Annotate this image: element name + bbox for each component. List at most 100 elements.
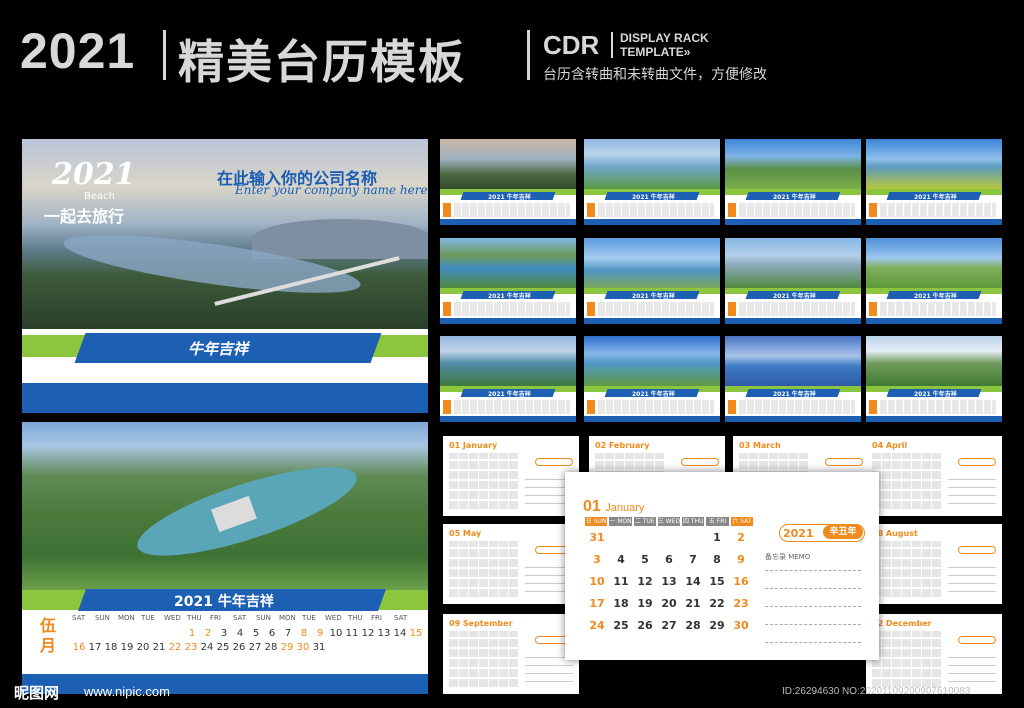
thumbnail-month-mark xyxy=(443,400,451,414)
header-divider xyxy=(611,32,613,58)
month-page-grid xyxy=(449,453,519,511)
cover-company-name-en: Enter your company name here xyxy=(235,183,428,197)
month-page-badge xyxy=(681,458,719,466)
thumbnail-tab-text: 2021 牛年吉祥 xyxy=(488,194,531,201)
memo-line xyxy=(765,588,861,589)
header-format: CDR xyxy=(543,30,600,60)
calendar-thumbnail[interactable]: 2021 牛年吉祥 xyxy=(440,139,576,225)
january-day: 29 xyxy=(709,619,725,632)
thumbnail-photo xyxy=(440,336,576,386)
thumbnail-date-grid xyxy=(739,203,855,217)
calendar-thumbnail[interactable]: 2021 牛年吉祥 xyxy=(725,336,861,422)
thumbnail-tab-text: 2021 牛年吉祥 xyxy=(773,293,816,300)
thumbnail-photo xyxy=(584,139,720,189)
calendar-thumbnail[interactable]: 2021 牛年吉祥 xyxy=(866,139,1002,225)
thumbnail-tab-text: 2021 牛年吉祥 xyxy=(773,391,816,398)
thumbnail-blue-band xyxy=(584,219,720,225)
thumbnail-photo xyxy=(440,139,576,189)
thumbnail-date-grid xyxy=(454,400,570,414)
watermark-id: ID:26294630 NO:20201109200907610083 xyxy=(782,686,971,697)
january-day: 10 xyxy=(589,575,605,588)
may-day: 15 xyxy=(409,628,423,639)
january-day: 20 xyxy=(661,597,677,610)
month-page-thumbnail[interactable]: 09 September xyxy=(443,614,579,694)
month-page-grid xyxy=(449,631,519,689)
january-page: 01 January 日 SUN 一 MON 二 TUE 三 WED 四 THU 五 FR… xyxy=(565,472,879,660)
january-day: 4 xyxy=(617,553,625,566)
calendar-thumbnail[interactable]: 2021 牛年吉祥 xyxy=(725,139,861,225)
thumbnail-date-grid xyxy=(739,400,855,414)
month-page-thumbnail[interactable]: 05 May xyxy=(443,524,579,604)
january-day: 3 xyxy=(593,553,601,566)
month-page-grid xyxy=(872,541,942,599)
month-page-thumbnail[interactable]: 04 April xyxy=(866,436,1002,516)
memo-line xyxy=(765,624,861,625)
header-rack-label: DISPLAY RACK TEMPLATE» xyxy=(620,31,709,59)
thumbnail-photo xyxy=(440,238,576,288)
january-weekday: 三 WED xyxy=(657,517,681,526)
may-weekday: SAT xyxy=(233,614,247,622)
month-page-badge xyxy=(958,546,996,554)
month-page-thumbnail[interactable]: 12 December xyxy=(866,614,1002,694)
may-weekday: THU xyxy=(187,614,202,622)
calendar-thumbnail[interactable]: 2021 牛年吉祥 xyxy=(584,238,720,324)
january-day: 25 xyxy=(613,619,629,632)
month-page-label: 03 March xyxy=(739,441,781,450)
thumbnail-blue-band xyxy=(584,416,720,422)
calendar-thumbnail[interactable]: 2021 牛年吉祥 xyxy=(866,336,1002,422)
january-day: 2 xyxy=(737,531,745,544)
thumbnail-blue-band xyxy=(725,416,861,422)
thumbnail-blue-band xyxy=(440,219,576,225)
january-day: 15 xyxy=(709,575,725,588)
thumbnail-month-mark xyxy=(728,400,736,414)
january-day: 9 xyxy=(737,553,745,566)
calendar-thumbnail[interactable]: 2021 牛年吉祥 xyxy=(725,238,861,324)
january-day: 14 xyxy=(685,575,701,588)
thumbnail-tab-text: 2021 牛年吉祥 xyxy=(488,293,531,300)
thumbnail-tab-text: 2021 牛年吉祥 xyxy=(488,391,531,398)
month-page-memo-lines xyxy=(948,472,996,506)
january-weekday: 一 MON xyxy=(609,517,632,526)
may-weekday: SUN xyxy=(95,614,110,622)
thumbnail-blue-band xyxy=(866,416,1002,422)
may-weekday: SAT xyxy=(394,614,408,622)
thumbnail-blue-band xyxy=(440,416,576,422)
january-day: 22 xyxy=(709,597,725,610)
january-title: 01 January xyxy=(583,498,644,516)
thumbnail-photo xyxy=(725,336,861,386)
thumbnail-month-mark xyxy=(587,203,595,217)
thumbnail-month-mark xyxy=(728,203,736,217)
thumbnail-date-grid xyxy=(598,400,714,414)
month-page-grid xyxy=(872,631,942,689)
calendar-thumbnail[interactable]: 2021 牛年吉祥 xyxy=(584,139,720,225)
thumbnail-month-mark xyxy=(728,302,736,316)
calendar-thumbnail[interactable]: 2021 牛年吉祥 xyxy=(440,238,576,324)
watermark-url: www.nipic.com xyxy=(84,684,170,699)
cover-blue-band xyxy=(22,383,428,413)
calendar-thumbnail[interactable]: 2021 牛年吉祥 xyxy=(584,336,720,422)
january-day: 1 xyxy=(713,531,721,544)
cover-logo-beach: Beach xyxy=(84,191,115,202)
header-divider xyxy=(163,30,166,80)
month-page-thumbnail[interactable]: 08 August xyxy=(866,524,1002,604)
january-day: 17 xyxy=(589,597,605,610)
month-page-thumbnail[interactable]: 01 January xyxy=(443,436,579,516)
may-month-char2: 月 xyxy=(39,636,56,655)
january-day: 16 xyxy=(733,575,749,588)
january-weekday: 二 TUE xyxy=(633,517,656,526)
thumbnail-tab-text: 2021 牛年吉祥 xyxy=(632,293,675,300)
month-page-label: 04 April xyxy=(872,441,908,450)
thumbnail-blue-band xyxy=(725,318,861,324)
thumbnail-date-grid xyxy=(880,400,996,414)
thumbnail-month-mark xyxy=(869,400,877,414)
thumbnail-blue-band xyxy=(866,219,1002,225)
thumbnail-date-grid xyxy=(880,203,996,217)
thumbnail-tab-text: 2021 牛年吉祥 xyxy=(632,391,675,398)
month-page-label: 01 January xyxy=(449,441,498,450)
header-year: 2021 xyxy=(20,23,136,79)
calendar-thumbnail[interactable]: 2021 牛年吉祥 xyxy=(866,238,1002,324)
may-blue-band xyxy=(22,674,428,694)
month-page-label: 02 February xyxy=(595,441,650,450)
calendar-thumbnail[interactable]: 2021 牛年吉祥 xyxy=(440,336,576,422)
thumbnail-date-grid xyxy=(598,203,714,217)
